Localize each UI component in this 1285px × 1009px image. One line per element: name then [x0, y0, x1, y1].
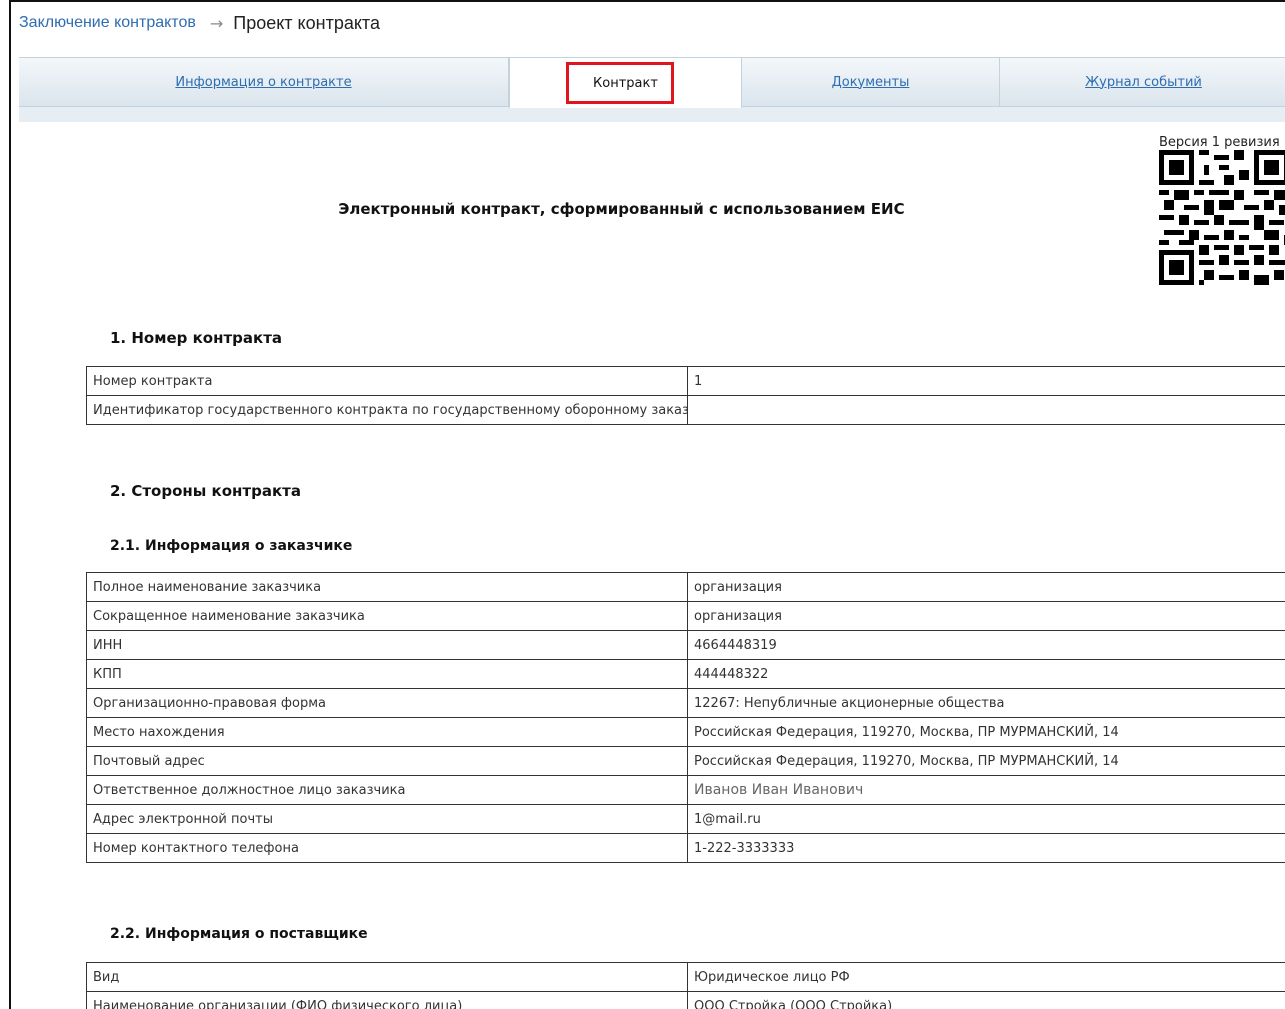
- page-frame: Заключение контрактов → Проект контракта…: [9, 0, 1285, 1009]
- tab-documents-label[interactable]: Документы: [832, 75, 910, 90]
- table-cell-value: организация: [687, 601, 1285, 631]
- table-cell-value: 1: [687, 366, 1285, 396]
- table-row: Полное наименование заказчика организаци…: [86, 572, 1285, 602]
- table-cell-value: Юридическое лицо РФ: [687, 962, 1285, 992]
- tab-bar: Информация о контракте Контракт Документ…: [19, 57, 1285, 122]
- arrow-right-icon: →: [209, 13, 224, 33]
- table-row: ИНН 4664448319: [86, 630, 1285, 660]
- supplier-info-table: Вид Юридическое лицо РФ Наименование орг…: [86, 962, 1285, 1009]
- tab-documents[interactable]: Документы: [742, 58, 1000, 107]
- tab-event-log[interactable]: Журнал событий: [1000, 58, 1285, 107]
- table-cell-key: Номер контактного телефона: [86, 833, 688, 863]
- table-cell-value: 4664448319: [687, 630, 1285, 660]
- tab-contract-info-label[interactable]: Информация о контракте: [175, 75, 351, 90]
- table-cell-key: Идентификатор государственного контракта…: [86, 395, 688, 425]
- customer-info-heading: 2.1. Информация о заказчике: [110, 538, 353, 554]
- customer-info-table: Полное наименование заказчика организаци…: [86, 572, 1285, 863]
- table-row: Место нахождения Российская Федерация, 1…: [86, 717, 1285, 747]
- supplier-info-heading: 2.2. Информация о поставщике: [110, 926, 368, 942]
- table-row: Почтовый адрес Российская Федерация, 119…: [86, 746, 1285, 776]
- breadcrumb: Заключение контрактов → Проект контракта: [19, 11, 380, 35]
- table-cell-value: 444448322: [687, 659, 1285, 689]
- table-cell-value: Российская Федерация, 119270, Москва, ПР…: [687, 717, 1285, 747]
- table-cell-key: Почтовый адрес: [86, 746, 688, 776]
- table-cell-value: Иванов Иван Иванович: [687, 775, 1285, 805]
- table-row: Вид Юридическое лицо РФ: [86, 962, 1285, 992]
- table-row: КПП 444448322: [86, 659, 1285, 689]
- contract-number-table: Номер контракта 1 Идентификатор государс…: [86, 366, 1285, 425]
- tab-contract[interactable]: Контракт: [509, 58, 742, 108]
- tab-contract-info[interactable]: Информация о контракте: [19, 58, 509, 107]
- table-cell-key: ИНН: [86, 630, 688, 660]
- table-cell-value: 1-222-3333333: [687, 833, 1285, 863]
- table-cell-key: Вид: [86, 962, 688, 992]
- table-cell-key: Ответственное должностное лицо заказчика: [86, 775, 688, 805]
- table-cell-key: Организационно-правовая форма: [86, 688, 688, 718]
- table-cell-key: Наименование организации (ФИО физическог…: [86, 991, 688, 1009]
- tab-contract-label[interactable]: Контракт: [593, 76, 658, 91]
- table-cell-key: Номер контракта: [86, 366, 688, 396]
- table-cell-key: Место нахождения: [86, 717, 688, 747]
- table-row: Наименование организации (ФИО физическог…: [86, 991, 1285, 1009]
- table-row: Номер контактного телефона 1-222-3333333: [86, 833, 1285, 863]
- table-row: Номер контракта 1: [86, 366, 1285, 396]
- section-1-heading: 1. Номер контракта: [110, 329, 283, 347]
- table-row: Ответственное должностное лицо заказчика…: [86, 775, 1285, 805]
- tab-event-log-label[interactable]: Журнал событий: [1085, 75, 1202, 90]
- breadcrumb-current: Проект контракта: [233, 12, 380, 33]
- table-row: Адрес электронной почты 1@mail.ru: [86, 804, 1285, 834]
- table-cell-value: Российская Федерация, 119270, Москва, ПР…: [687, 746, 1285, 776]
- version-label: Версия 1 ревизия 1: [1159, 135, 1285, 150]
- table-cell-value: 1@mail.ru: [687, 804, 1285, 834]
- table-cell-key: Полное наименование заказчика: [86, 572, 688, 602]
- document-title: Электронный контракт, сформированный с и…: [338, 200, 905, 218]
- table-cell-value: ООО Стройка (ООО Стройка): [687, 991, 1285, 1009]
- table-cell-key: КПП: [86, 659, 688, 689]
- table-cell-key: Адрес электронной почты: [86, 804, 688, 834]
- table-cell-value: 12267: Непубличные акционерные общества: [687, 688, 1285, 718]
- table-cell-value: организация: [687, 572, 1285, 602]
- table-cell-key: Сокращенное наименование заказчика: [86, 601, 688, 631]
- table-row: Сокращенное наименование заказчика орган…: [86, 601, 1285, 631]
- table-cell-value: [687, 395, 1285, 425]
- breadcrumb-link-contracts[interactable]: Заключение контрактов: [19, 14, 196, 32]
- section-2-heading: 2. Стороны контракта: [110, 482, 301, 500]
- table-row: Идентификатор государственного контракта…: [86, 395, 1285, 425]
- table-row: Организационно-правовая форма 12267: Неп…: [86, 688, 1285, 718]
